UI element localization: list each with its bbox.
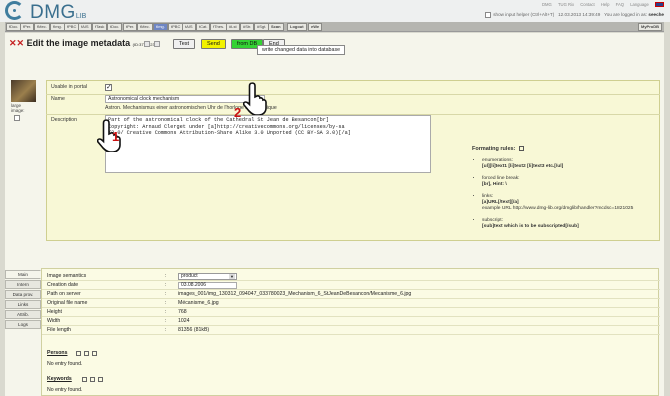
image-thumbnail[interactable] [11,80,36,102]
description-label: Description [51,117,77,123]
tab-data-provider[interactable]: Data prov. [5,290,41,299]
nav-item[interactable]: fTask [92,23,108,31]
usable-checkbox[interactable] [105,83,112,91]
nav-item[interactable]: Scan [268,23,284,31]
pointing-hand-icon [243,82,267,115]
header-status: show input helper (Ctrl+Alt+T) 12.03.201… [485,12,664,18]
nav-item[interactable]: tImg. [153,23,168,31]
edit-keyword-icon[interactable] [90,377,95,382]
rule-subscript: subscript:[sub]text which is to be subsc… [482,218,662,230]
input-helper-label: show input helper (Ctrl+Alt+T) [493,12,555,18]
input-helper-checkbox[interactable] [485,12,492,18]
description-textarea[interactable]: Part of the astronomical clock of the Ca… [105,115,431,173]
creation-date-input[interactable]: 03.08.2006 [178,282,237,289]
row-original-file: Original file name: Mécanisme_6.jpg [42,299,660,308]
row-file-length: File length:81356 (81kB) [42,326,660,335]
nav-item[interactable]: #Lst [226,23,240,31]
tab-intern[interactable]: Intern [5,280,41,289]
row-height: Height:768 [42,308,660,317]
tab-attrib[interactable]: Attrib. [5,310,41,319]
edit-person-icon[interactable] [84,351,89,356]
nav-mydb[interactable]: MyProDB [637,23,662,31]
large-image-label: large image: [11,103,25,113]
name-input[interactable]: Astronomical clock mechanism [105,95,265,103]
annotation-number-1: 1 [112,129,120,144]
page-header: DMGLIB DMG TUG Rix Contact Help FAQ Lang… [0,0,670,24]
nav-item[interactable]: Logout [287,23,307,31]
link-language[interactable]: Language [630,2,649,7]
rule-enumerations: enumerations:[ul][li]text1 [li]text2 [li… [482,158,662,170]
info-icon[interactable] [519,146,525,152]
tab-main[interactable]: Main [5,270,41,279]
tab-links[interactable]: Links [5,300,41,309]
send-button[interactable]: Send [201,39,226,49]
formatting-rules: Formating rules: enumerations:[ul][li]te… [472,146,662,236]
keywords-empty: No entry found. [47,387,83,393]
persons-empty: No entry found. [47,361,83,367]
language-flag-icon[interactable] [655,2,664,8]
datetime: 12.03.2013 14:39:49 [558,12,601,18]
keywords-title: Keywords [47,376,72,382]
add-keyword-icon[interactable] [82,377,87,382]
semantics-panel: Image semantics:product Creation date:03… [41,268,660,396]
nav-item[interactable]: tDoc. [107,23,123,31]
link-contact[interactable]: Contact [580,2,594,7]
persons-title: Persons [47,350,68,356]
info-icon[interactable] [92,351,97,356]
logged-in-label: You are logged in as: [604,12,648,18]
option-box-1[interactable] [144,41,150,47]
nav-item[interactable]: fAIS [78,23,92,31]
add-person-icon[interactable] [76,351,81,356]
nav-item[interactable]: fImg. [50,23,65,31]
row-width: Width:1024 [42,317,660,326]
logo[interactable]: DMGLIB [30,2,86,24]
option-box-2[interactable] [154,41,160,47]
persons-section: Persons No entry found. [42,350,660,370]
nav-item[interactable]: tPer. [123,23,138,31]
link-dmg[interactable]: DMG [542,2,552,7]
top-links: DMG TUG Rix Contact Help FAQ Language [537,2,664,8]
nav-item[interactable]: tMec. [137,23,153,31]
nav-item[interactable]: tCat. [196,23,211,31]
rule-links: links:[a]URL[/text][/a]example URL http:… [482,194,662,212]
link-help[interactable]: Help [601,2,610,7]
nav-item[interactable]: fMec. [34,23,50,31]
send-tooltip: write changed data into database [257,45,346,55]
logo-icon [5,1,24,20]
large-image-checkbox[interactable] [14,115,20,121]
name-label: Name [51,96,65,102]
test-button[interactable]: Test [173,39,196,49]
nav-item[interactable]: eWe [308,23,323,31]
page-title: ✕✕ Edit the image metadata (ID:3778623) [9,38,156,48]
link-tug[interactable]: TUG Rix [558,2,574,7]
link-faq[interactable]: FAQ [616,2,624,7]
row-creation-date: Creation date:03.08.2006 [42,281,660,290]
info-icon[interactable] [98,377,103,382]
nav-item[interactable]: #Str. [240,23,255,31]
nav-item[interactable]: tAIS [182,23,196,31]
keywords-section: Keywords No entry found. [42,376,660,396]
tab-logs[interactable]: Logs [5,320,41,329]
image-semantics-select[interactable]: product [178,273,237,280]
row-image-semantics: Image semantics: product [42,272,660,281]
rule-line-break: forced line break:[br], Hint: \ [482,176,662,188]
close-x-icon[interactable]: ✕✕ [9,38,24,48]
annotation-number-2: 2 [234,105,242,120]
record-tabs: Main Intern Data prov. Links Attrib. Log… [5,270,41,330]
nav-item[interactable]: fThes. [210,23,228,31]
nav-bar: fDoc. fPer. fMec. fImg. fPBC fAIS fTask tDoc. tP… [5,22,664,32]
nav-item[interactable]: fPer. [20,23,35,31]
usable-label: Usable in portal [51,84,88,90]
row-path: Path on server: images_001/img_130312_094… [42,290,660,299]
user-name: seeche [648,12,664,18]
